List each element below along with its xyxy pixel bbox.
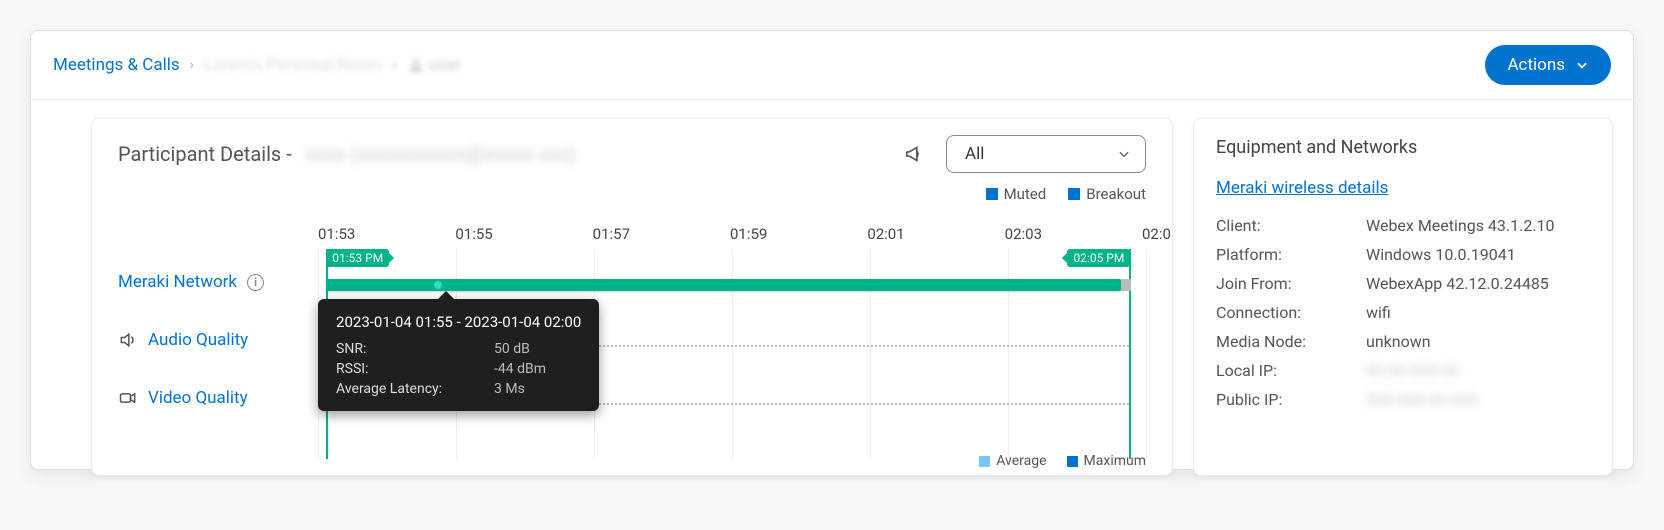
info-row: Media Node:unknown: [1216, 332, 1590, 351]
info-value: Webex Meetings 43.1.2.10: [1366, 216, 1555, 235]
participant-details-panel: Participant Details - xxxx (xxxxxxxxxxx@…: [91, 118, 1173, 476]
chevron-right-icon: ›: [392, 57, 396, 73]
breadcrumb-meetings[interactable]: Meetings & Calls: [53, 55, 180, 75]
info-key: Client:: [1216, 216, 1366, 235]
legend-bottom: Average Maximum: [979, 453, 1146, 469]
chevron-down-icon: [1117, 147, 1131, 161]
tooltip-value: -44 dBm: [494, 361, 546, 377]
info-row: Client:Webex Meetings 43.1.2.10: [1216, 216, 1590, 235]
row-audio-quality[interactable]: Audio Quality: [118, 311, 318, 369]
info-value: 000.000.00.000: [1366, 390, 1478, 409]
tooltip-title: 2023-01-04 01:55 - 2023-01-04 02:00: [336, 313, 581, 331]
meraki-bar[interactable]: [326, 279, 1121, 291]
row-meraki-label: Meraki Network: [118, 272, 237, 292]
tooltip-key: SNR:: [336, 341, 486, 357]
hover-marker: [432, 279, 444, 291]
breadcrumb-room-redacted: Lorem's Personal Room: [204, 55, 382, 75]
info-key: Connection:: [1216, 303, 1366, 322]
filter-value: All: [965, 144, 984, 164]
row-meraki-network[interactable]: Meraki Network i: [118, 253, 318, 311]
legend-breakout: Breakout: [1086, 185, 1146, 203]
breadcrumb-user-redacted: user: [407, 55, 462, 75]
legend-maximum: Maximum: [1084, 453, 1146, 469]
info-value: WebexApp 42.12.0.24485: [1366, 274, 1549, 293]
legend-average: Average: [996, 453, 1046, 469]
info-value: 00.00.000.00: [1366, 361, 1460, 380]
info-key: Media Node:: [1216, 332, 1366, 351]
info-value: wifi: [1366, 303, 1391, 322]
speaker-icon: [118, 330, 138, 350]
row-audio-label: Audio Quality: [148, 330, 248, 350]
info-key: Join From:: [1216, 274, 1366, 293]
tooltip-key: Average Latency:: [336, 381, 486, 397]
breadcrumb: Meetings & Calls › Lorem's Personal Room…: [53, 55, 461, 75]
meraki-details-link[interactable]: Meraki wireless details: [1216, 178, 1388, 198]
info-value: unknown: [1366, 332, 1431, 351]
top-bar: Meetings & Calls › Lorem's Personal Room…: [31, 31, 1633, 100]
tooltip-key: RSSI:: [336, 361, 486, 377]
filter-select[interactable]: All: [946, 135, 1146, 173]
info-row: Connection:wifi: [1216, 303, 1590, 322]
row-video-label: Video Quality: [148, 388, 248, 408]
info-row: Local IP:00.00.000.00: [1216, 361, 1590, 380]
legend-muted: Muted: [1004, 185, 1047, 203]
info-row: Platform:Windows 10.0.19041: [1216, 245, 1590, 264]
info-row: Public IP:000.000.00.000: [1216, 390, 1590, 409]
hover-tooltip: 2023-01-04 01:55 - 2023-01-04 02:00 SNR: 5…: [318, 299, 599, 411]
row-video-quality[interactable]: Video Quality: [118, 369, 318, 427]
panel-title: Equipment and Networks: [1216, 137, 1590, 158]
video-icon: [118, 388, 138, 408]
info-row: Join From:WebexApp 42.12.0.24485: [1216, 274, 1590, 293]
tooltip-value: 3 Ms: [494, 381, 525, 397]
info-value: Windows 10.0.19041: [1366, 245, 1516, 264]
equipment-networks-panel: Equipment and Networks Meraki wireless d…: [1193, 118, 1613, 476]
timeline-chart[interactable]: 01:5301:5501:5701:5902:0102:0302:05 01:5…: [318, 225, 1146, 459]
actions-button[interactable]: Actions: [1485, 45, 1611, 85]
legend-top: Muted Breakout: [118, 185, 1146, 203]
chevron-down-icon: [1575, 58, 1589, 72]
start-time-chip: 01:53 PM: [326, 249, 389, 267]
chevron-right-icon: ›: [190, 57, 194, 73]
participant-name-redacted: xxxx (xxxxxxxxxxx@xxxxx.xxx): [306, 142, 576, 166]
megaphone-icon[interactable]: [904, 143, 926, 165]
info-key: Local IP:: [1216, 361, 1366, 380]
info-icon[interactable]: i: [247, 274, 264, 291]
end-time-chip: 02:05 PM: [1067, 249, 1130, 267]
tooltip-value: 50 dB: [494, 341, 530, 357]
participant-title: Participant Details -: [118, 142, 292, 166]
x-axis-labels: 01:5301:5501:5701:5902:0102:0302:05: [318, 225, 1146, 243]
actions-label: Actions: [1507, 55, 1565, 75]
info-key: Platform:: [1216, 245, 1366, 264]
info-key: Public IP:: [1216, 390, 1366, 409]
